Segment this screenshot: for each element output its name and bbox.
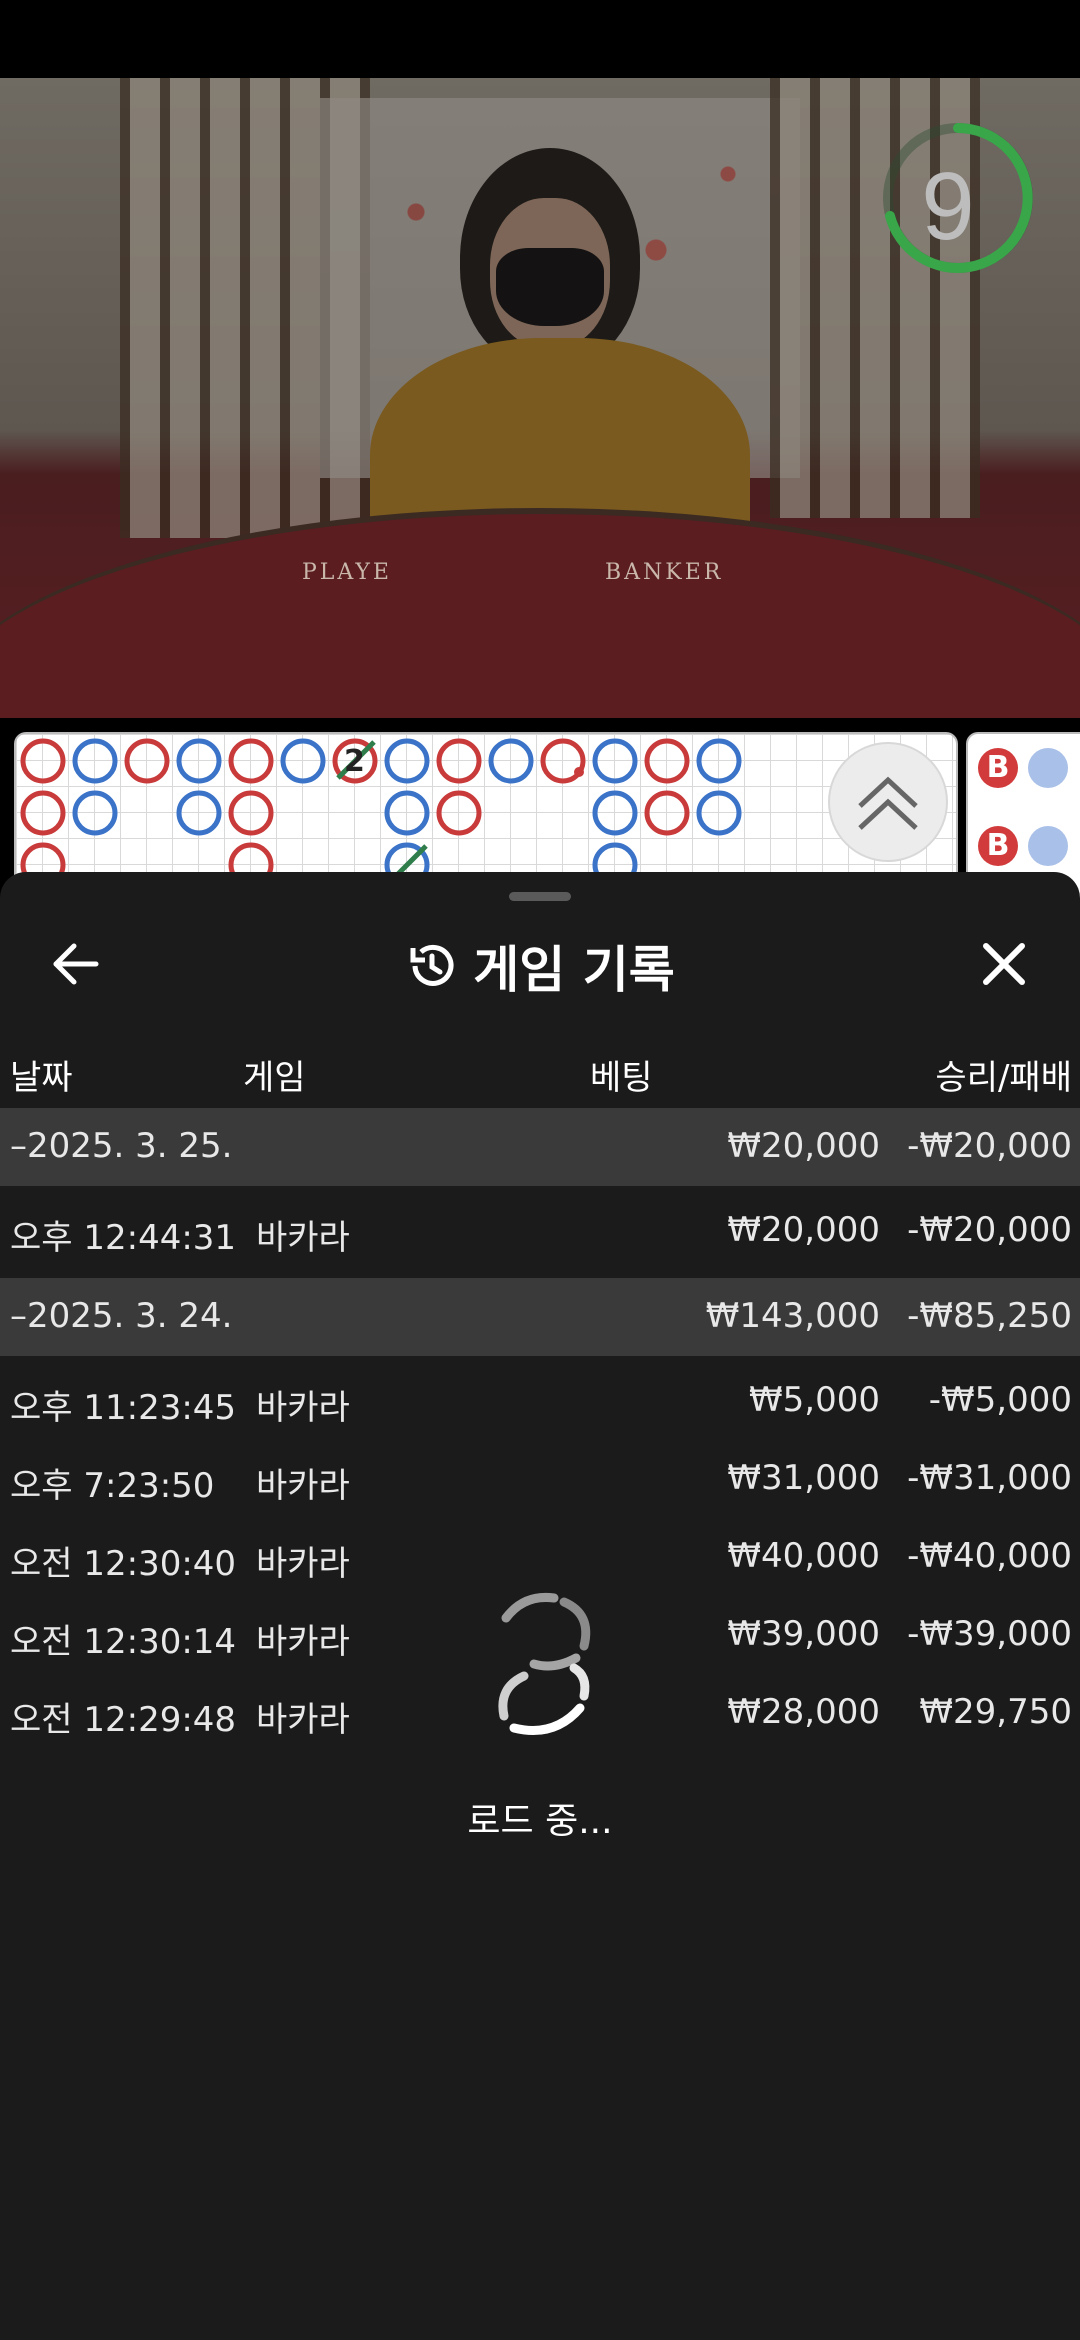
row-game: 바카라 — [256, 1622, 350, 1662]
row-game: 바카라 — [256, 1388, 350, 1428]
history-row[interactable]: 오후 7:23:50 바카라 ₩31,000 -₩31,000 — [0, 1440, 1080, 1518]
close-icon — [983, 943, 1025, 985]
loading-status: 로드 중... — [467, 1801, 613, 1842]
expand-roadmap-button[interactable] — [830, 744, 946, 860]
row-time: 오전 12:29:48 — [10, 1700, 237, 1740]
row-time: 오후 12:44:31 — [10, 1218, 237, 1258]
group-bet-total: ₩20,000 — [727, 1126, 880, 1166]
chevron-double-up-icon — [858, 776, 918, 830]
dealer-mask — [496, 248, 604, 326]
row-bet: ₩31,000 — [727, 1458, 880, 1498]
spinner-icon — [498, 1592, 591, 1735]
row-bet: ₩20,000 — [727, 1210, 880, 1250]
panel-title: 게임 기록 — [473, 941, 675, 999]
bead-banker: B — [978, 748, 1018, 788]
baccarat-table — [0, 508, 1080, 718]
history-clock-icon — [410, 944, 454, 986]
close-button[interactable] — [972, 932, 1036, 996]
bead-banker: B — [978, 826, 1018, 866]
row-winloss: -₩20,000 — [907, 1210, 1072, 1250]
history-row[interactable]: 오전 12:30:40 바카라 ₩40,000 -₩40,000 — [0, 1518, 1080, 1596]
panel-header: 게임 기록 — [0, 926, 1080, 1006]
row-game: 바카라 — [256, 1218, 350, 1258]
row-game: 바카라 — [256, 1700, 350, 1740]
row-winloss: -₩39,000 — [907, 1614, 1072, 1654]
date-group-row[interactable]: –2025. 3. 24. ₩143,000 -₩85,250 — [0, 1278, 1080, 1356]
row-bet: ₩39,000 — [727, 1614, 880, 1654]
row-winloss: -₩31,000 — [907, 1458, 1072, 1498]
row-time: 오후 11:23:45 — [10, 1388, 237, 1428]
drag-handle[interactable] — [509, 892, 571, 901]
bead-player — [1028, 748, 1068, 788]
row-game: 바카라 — [256, 1544, 350, 1584]
tie-count: 2 — [344, 744, 365, 779]
column-game: 게임 — [243, 1058, 306, 1098]
column-bet: 베팅 — [590, 1058, 653, 1098]
row-time: 오후 7:23:50 — [10, 1466, 215, 1506]
group-winloss-total: -₩20,000 — [907, 1126, 1072, 1166]
date-group-row[interactable]: –2025. 3. 25. ₩20,000 -₩20,000 — [0, 1108, 1080, 1186]
row-game: 바카라 — [256, 1466, 350, 1506]
row-time: 오전 12:30:14 — [10, 1622, 237, 1662]
group-bet-total: ₩143,000 — [705, 1296, 880, 1336]
history-row[interactable]: 오후 12:44:31 바카라 ₩20,000 -₩20,000 — [0, 1192, 1080, 1270]
column-date: 날짜 — [10, 1058, 73, 1098]
row-winloss: -₩40,000 — [907, 1536, 1072, 1576]
countdown-timer: 9 — [921, 153, 975, 260]
table-header: 날짜 게임 베팅 승리/패배 — [0, 1040, 1080, 1100]
group-date: –2025. 3. 25. — [10, 1126, 233, 1166]
table-label-player: PLAYE — [302, 560, 392, 585]
bead-player — [1028, 826, 1068, 866]
row-bet: ₩28,000 — [727, 1692, 880, 1732]
group-date: –2025. 3. 24. — [10, 1296, 233, 1336]
row-winloss: -₩5,000 — [928, 1380, 1072, 1420]
table-label-banker: BANKER — [605, 560, 724, 585]
group-winloss-total: -₩85,250 — [907, 1296, 1072, 1336]
row-bet: ₩5,000 — [749, 1380, 880, 1420]
history-row[interactable]: 오후 11:23:45 바카라 ₩5,000 -₩5,000 — [0, 1362, 1080, 1440]
row-time: 오전 12:30:40 — [10, 1544, 237, 1584]
status-bar — [0, 0, 1080, 78]
game-history-panel: 게임 기록 날짜 게임 베팅 승리/패배 –2025. 3. 25. ₩20,0… — [0, 872, 1080, 2340]
column-winloss: 승리/패배 — [935, 1058, 1072, 1098]
row-bet: ₩40,000 — [727, 1536, 880, 1576]
row-winloss: ₩29,750 — [919, 1692, 1072, 1732]
